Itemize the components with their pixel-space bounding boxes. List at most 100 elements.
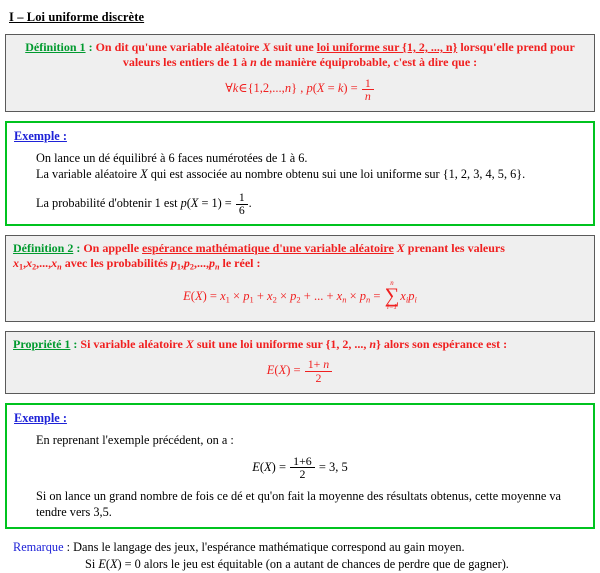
example-1-equals-1: = 1) [198,196,222,211]
example-2-line-2: Si on lance un grand nombre de fois ce d… [36,489,562,520]
def2-pdots: ,..., [193,256,209,271]
var-x: X [194,288,203,303]
fraction-numerator: 1 [238,190,245,204]
definition-2-emphasis: espérance mathématique d'une variable al… [142,241,394,256]
definition-1-text-a: On dit qu'une variable aléatoire [95,40,263,54]
fraction-one-plus-n-over-two: 1+ n2 [304,358,333,384]
equals-2: = [370,288,384,303]
definition-1-label: Définition 1 [25,40,86,54]
definition-2-box: Définition 2 : On appelle espérance math… [5,235,595,322]
remarque-line-2: Si E(X) = 0 alors le jeu est équitable (… [85,556,595,573]
example-1-line-2-a: La variable aléatoire [36,167,141,182]
propriete-1-colon: : [70,336,81,351]
formula-equals-2: = [347,81,361,96]
example-1-line-1: On lance un dé équilibré à 6 faces numér… [36,151,308,166]
summation-symbol: n ∑ i=1 [384,280,400,312]
equals: = [206,288,221,303]
remarque-label: Remarque [13,540,64,555]
example-2-line-1: En reprenant l'exemple précédent, on a : [36,433,234,448]
example-1-line-2: La variable aléatoire X qui est associée… [36,166,586,182]
fraction-denominator: 2 [304,370,333,384]
propriete-1-text: Si variable aléatoire [80,336,186,351]
propriete-1-formula: E(X) = 1+ n2 [13,358,587,384]
ex-symbol: E [183,288,191,303]
definition-1-statement: Définition 1 : On dit qu'une variable al… [13,40,587,70]
fraction-denominator: n [361,88,374,102]
definition-1-colon: : [85,40,96,54]
remarque-line-2-a: Si [85,557,99,572]
def2-mid: avec les probabilités [61,256,171,271]
document-page: I – Loi uniforme discrète Définition 1 :… [0,0,600,573]
definition-1-emphasis: loi uniforme sur {1, 2, ..., n} [316,40,458,54]
example-1-box: Exemple : On lance un dé équilibré à 6 f… [5,121,595,227]
definition-2-text-b: prenant les valeurs [404,241,505,256]
formula-equals-1: = [324,81,338,96]
propriete-1-label: Propriété 1 [13,336,71,351]
equals-2: = [315,459,330,474]
example-1-equals-2: = [221,196,235,211]
fraction-denominator: 2 [290,466,315,480]
remarque-colon: : [63,540,74,555]
ex-symbol: E [252,459,260,474]
remarque-formula: E(X) = 0 [98,557,140,571]
remarque-line-1: Remarque : Dans le langage des jeux, l'e… [13,539,595,556]
example-2-box: Exemple : En reprenant l'exemple précéde… [5,403,595,530]
times-3: × [346,288,360,303]
definition-1-text-c: lorsqu'elle prend pour [457,40,575,54]
definition-1-text-b: suit une [270,40,317,54]
fraction-numerator-a: 1+ [307,357,324,372]
definition-1-line2-a: valeurs les entiers de 1 à [122,55,251,69]
fraction-one-over-n: 1n [361,75,374,102]
propriete-1-statement: Propriété 1 : Si variable aléatoire X su… [13,337,587,352]
element-of-symbol: ∈ [238,81,248,96]
fraction-denominator: 6 [235,203,248,217]
definition-1-var-n: n [250,55,257,69]
ex-symbol: E [98,557,106,572]
definition-2-statement: Définition 2 : On appelle espérance math… [13,241,587,274]
definition-1-line2-b: de manière équiprobable, c'est à dire qu… [256,55,478,69]
fraction-numerator: 1+ n [305,358,333,370]
remarque-line-2-b: alors le jeu est équitable (on a autant … [140,557,509,572]
fraction-numerator-n: n [323,357,330,372]
definition-1-line2: valeurs les entiers de 1 à n de manière … [95,55,587,70]
definition-2-formula: E(X) = x1 × p1 + x2 × p2 + ... + xn × pn… [13,280,587,312]
definition-1-box: Définition 1 : On dit qu'une variable al… [5,34,595,113]
definition-1-formula: ∀k∈{1,2,...,n} , p(X = k) = 1n [13,75,587,102]
remarque-block: Remarque : Dans le langage des jeux, l'e… [13,539,595,573]
times-1: × [229,288,244,303]
example-1-formula: p(X = 1) = 16. [181,191,252,216]
page-title: I – Loi uniforme discrète [9,10,145,24]
fraction-numerator: 1+6 [293,453,312,468]
remarque-text-1: Dans le langage des jeux, l'espérance ma… [73,540,465,555]
propriete-1-text-c: } alors son espérance est : [376,336,508,351]
forall-symbol: ∀ [225,81,233,96]
example-1-label-row: Exemple : [14,128,586,144]
fraction-one-plus-six-over-two: 1+6 2 [290,455,315,480]
formula-set: {1,2,..., [247,81,285,96]
definition-2-line2: x1,x2,...,xn avec les probabilités p1,p2… [13,256,261,272]
propriete-1-var-x: X [185,336,194,351]
sum-term-p-sub: i [414,293,417,304]
formula-result: 3, 5 [329,459,348,474]
sigma-glyph: ∑ [384,284,400,307]
fraction-numerator: 1 [364,75,371,90]
def2-dots: ,..., [36,256,52,271]
example-1-label: Exemple : [14,129,67,144]
example-2-label: Exemple : [14,411,67,426]
var-x: X [264,459,272,474]
example-1-period: . [248,196,252,211]
example-2-formula: E(X) = 1+6 2 = 3, 5 [14,455,586,480]
definition-2-colon: : [73,241,84,256]
times-2: × [276,288,291,303]
example-1-line-2-b: qui est associée au nombre obtenu sui un… [147,167,526,182]
formula-x: X [316,81,325,96]
example-1-line-3-a: La probabilité d'obtenir 1 est [36,196,181,211]
definition-2-text-a: On appelle [83,241,143,256]
example-2-label-row: Exemple : [14,410,586,426]
equals: = [275,459,290,474]
example-1-line-3: La probabilité d'obtenir 1 est p(X = 1) … [36,191,586,217]
plus-1: + [253,288,268,303]
propriete-1-text-b: suit une loi uniforme sur {1, 2, ..., [193,336,370,351]
example-1-var-x: X [140,167,148,182]
